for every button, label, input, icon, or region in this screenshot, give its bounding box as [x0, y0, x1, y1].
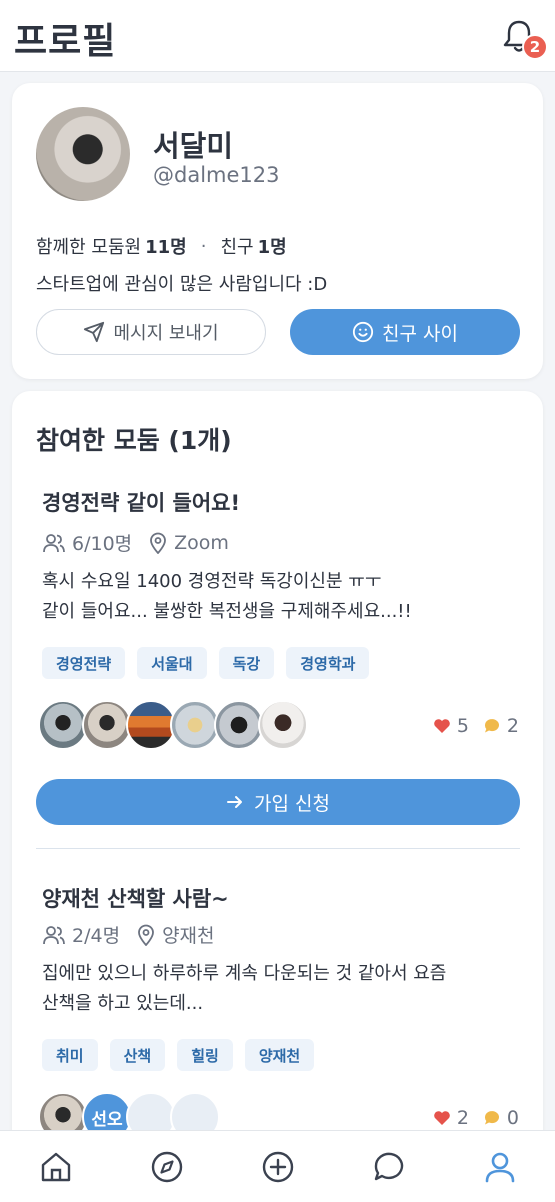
smile-icon [352, 321, 374, 343]
heart-icon [434, 719, 450, 733]
profile-stats: 함께한 모둠원 11명 · 친구 1명 [36, 233, 287, 259]
capacity: 2/4명 [42, 921, 120, 948]
comment-icon [484, 1111, 499, 1125]
friends-label: 친구 [220, 237, 254, 258]
divider [36, 848, 520, 849]
member-avatar [214, 700, 264, 750]
profile-name: 서달미 [153, 129, 234, 163]
comment-count-text: 0 [506, 1107, 519, 1129]
notification-badge: 2 [522, 34, 548, 60]
member-avatar [170, 700, 220, 750]
member-avatar [38, 700, 88, 750]
location-text: Zoom [174, 531, 229, 554]
tag[interactable]: 서울대 [137, 647, 207, 679]
location-text: 양재천 [162, 925, 215, 947]
reaction-counts: 5 2 [433, 715, 519, 737]
group-title: 양재천 산책할 사람~ [42, 887, 229, 911]
comment-count[interactable]: 2 [483, 715, 519, 737]
friend-status-label: 친구 사이 [382, 322, 458, 345]
comment-icon [484, 719, 499, 733]
profile-handle: @dalme123 [153, 163, 280, 187]
tab-explore[interactable] [137, 1137, 197, 1197]
tab-create[interactable] [248, 1137, 308, 1197]
description-line: 집에만 있으니 하루하루 계속 다운되는 것 같아서 요즘 [42, 963, 447, 984]
tag-list: 경영전략 서울대 독강 경영학과 [42, 647, 370, 679]
heart-icon [434, 1111, 450, 1125]
capacity: 6/10명 [42, 529, 132, 556]
groups-card: 참여한 모둠 (1개) 경영전략 같이 들어요! 6/10명 Zoom 혹시 수… [12, 391, 543, 1151]
member-avatar [82, 700, 132, 750]
friends-count: 1명 [257, 237, 287, 258]
comment-count[interactable]: 0 [483, 1107, 519, 1129]
friend-status-button[interactable]: 친구 사이 [290, 309, 520, 355]
join-request-label: 가입 신청 [254, 792, 330, 815]
location: 양재천 [136, 921, 215, 948]
group-title: 경영전략 같이 들어요! [42, 491, 241, 515]
section-title: 참여한 모둠 (1개) [36, 426, 232, 455]
add-icon [262, 1151, 293, 1182]
group-meta: 2/4명 양재천 [42, 921, 231, 948]
like-count[interactable]: 5 [433, 715, 469, 737]
users-icon [43, 925, 65, 944]
capacity-text: 6/10명 [72, 533, 133, 555]
description-line: 산책을 하고 있는데... [42, 993, 204, 1014]
reaction-counts: 2 0 [433, 1107, 519, 1129]
location: Zoom [148, 532, 229, 554]
tag[interactable]: 경영학과 [286, 647, 370, 679]
group-description: 혹시 수요일 1400 경영전략 독강이신분 ㅠㅜ 같이 들어요... 불쌍한 … [42, 567, 522, 627]
send-message-button[interactable]: 메시지 보내기 [36, 309, 266, 355]
location-pin-icon [138, 924, 154, 946]
tag[interactable]: 산책 [109, 1039, 166, 1071]
chat-icon [374, 1152, 403, 1180]
tab-chat[interactable] [359, 1137, 419, 1197]
tag[interactable]: 힐링 [177, 1039, 233, 1071]
capacity-text: 2/4명 [72, 925, 121, 947]
tab-profile[interactable] [470, 1137, 530, 1197]
like-count-text: 5 [456, 715, 469, 737]
tag[interactable]: 독강 [218, 647, 275, 679]
profile-icon [485, 1152, 514, 1182]
notification-button[interactable]: 2 [502, 18, 548, 60]
description-line: 같이 들어요... 불쌍한 복전생을 구제해주세요...!! [42, 601, 412, 622]
member-avatar [258, 700, 308, 750]
comment-count-text: 2 [506, 715, 519, 737]
avatar [36, 107, 130, 201]
home-icon [41, 1152, 70, 1181]
send-message-label: 메시지 보내기 [113, 323, 219, 344]
members-label: 함께한 모둠원 [36, 237, 142, 258]
tag[interactable]: 취미 [42, 1039, 98, 1071]
send-icon [84, 321, 105, 343]
member-avatars [38, 700, 308, 750]
member-avatar [126, 700, 176, 750]
profile-card: 서달미 @dalme123 함께한 모둠원 11명 · 친구 1명 스타트업에 … [12, 83, 543, 379]
users-icon [43, 533, 65, 552]
top-header: 프로필 2 [0, 0, 555, 72]
bottom-tab-bar [0, 1130, 555, 1202]
tag-list: 취미 산책 힐링 양재천 [42, 1039, 315, 1071]
tag[interactable]: 경영전략 [42, 647, 126, 679]
group-description: 집에만 있으니 하루하루 계속 다운되는 것 같아서 요즘 산책을 하고 있는데… [42, 959, 522, 1019]
like-count-text: 2 [456, 1107, 469, 1129]
members-count: 11명 [145, 237, 187, 258]
like-count[interactable]: 2 [433, 1107, 469, 1129]
explore-icon [151, 1151, 182, 1182]
location-pin-icon [150, 532, 167, 554]
arrow-right-icon [227, 796, 243, 808]
join-request-button[interactable]: 가입 신청 [36, 779, 520, 825]
description-line: 혹시 수요일 1400 경영전략 독강이신분 ㅠㅜ [42, 571, 382, 592]
page-title: 프로필 [14, 21, 117, 62]
profile-bio: 스타트업에 관심이 많은 사람입니다 :D [36, 274, 328, 295]
tag[interactable]: 양재천 [244, 1039, 315, 1071]
tab-home[interactable] [26, 1137, 86, 1197]
separator-dot: · [200, 235, 207, 257]
group-meta: 6/10명 Zoom [42, 529, 245, 556]
